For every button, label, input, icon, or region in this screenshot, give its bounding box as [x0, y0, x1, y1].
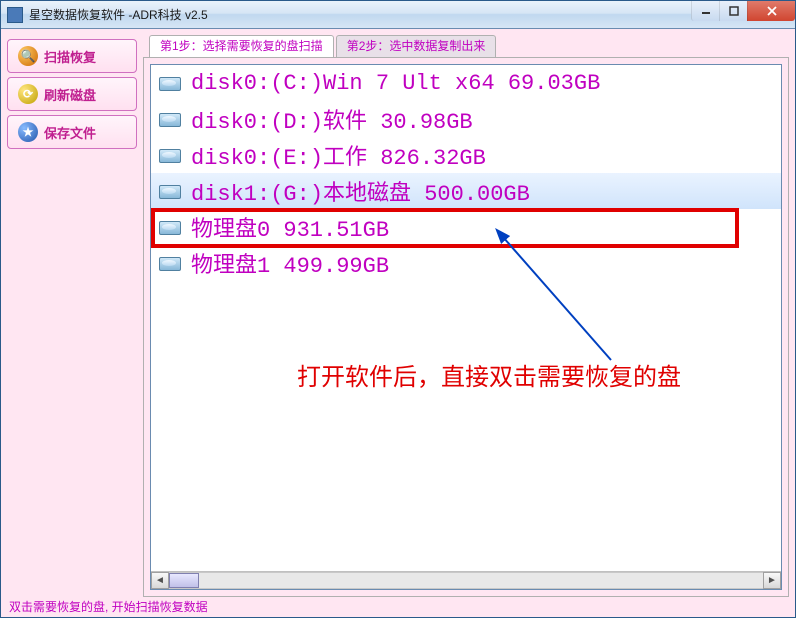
- scroll-track[interactable]: [169, 572, 763, 589]
- refresh-icon: ⟳: [18, 84, 38, 104]
- disk-icon: [157, 73, 181, 93]
- disk-row-text: disk0:(E:)工作 826.32GB: [191, 139, 486, 171]
- window-titlebar: 星空数据恢复软件 -ADR科技 v2.5: [1, 1, 795, 29]
- close-button[interactable]: [747, 1, 795, 21]
- disk-icon: [157, 145, 181, 165]
- scroll-left-arrow[interactable]: ◄: [151, 572, 169, 589]
- magnifier-icon: 🔍: [18, 46, 38, 66]
- save-label: 保存文件: [44, 123, 96, 142]
- disk-icon: [157, 181, 181, 201]
- save-files-button[interactable]: ★ 保存文件: [7, 115, 137, 149]
- sidebar: 🔍 扫描恢复 ⟳ 刷新磁盘 ★ 保存文件: [7, 35, 137, 597]
- status-bar: 双击需要恢复的盘, 开始扫描恢复数据: [7, 597, 789, 615]
- refresh-disks-button[interactable]: ⟳ 刷新磁盘: [7, 77, 137, 111]
- scroll-right-arrow[interactable]: ►: [763, 572, 781, 589]
- disk-row[interactable]: disk0:(C:)Win 7 Ult x64 69.03GB: [151, 65, 781, 101]
- refresh-label: 刷新磁盘: [44, 85, 96, 104]
- disk-row-text: disk0:(C:)Win 7 Ult x64 69.03GB: [191, 71, 600, 96]
- disk-row-text: disk1:(G:)本地磁盘 500.00GB: [191, 175, 530, 207]
- save-icon: ★: [18, 122, 38, 142]
- scroll-thumb[interactable]: [169, 573, 199, 588]
- disk-row[interactable]: disk0:(D:)软件 30.98GB: [151, 101, 781, 137]
- scan-recover-button[interactable]: 🔍 扫描恢复: [7, 39, 137, 73]
- disk-row[interactable]: disk1:(G:)本地磁盘 500.00GB: [151, 173, 781, 209]
- status-text: 双击需要恢复的盘, 开始扫描恢复数据: [9, 598, 208, 615]
- tab-step1[interactable]: 第1步：选择需要恢复的盘扫描: [149, 35, 334, 57]
- window-title: 星空数据恢复软件 -ADR科技 v2.5: [29, 6, 208, 23]
- disk-row-text: 物理盘0 931.51GB: [191, 211, 389, 243]
- scan-label: 扫描恢复: [44, 47, 96, 66]
- disk-icon: [157, 217, 181, 237]
- tab-step2[interactable]: 第2步：选中数据复制出来: [336, 35, 497, 57]
- disk-row-text: 物理盘1 499.99GB: [191, 247, 389, 279]
- app-icon: [7, 7, 23, 23]
- minimize-button[interactable]: [691, 1, 719, 21]
- disk-row[interactable]: disk0:(E:)工作 826.32GB: [151, 137, 781, 173]
- disk-icon: [157, 109, 181, 129]
- step-tabs: 第1步：选择需要恢复的盘扫描 第2步：选中数据复制出来: [143, 35, 789, 57]
- maximize-button[interactable]: [719, 1, 747, 21]
- disk-listbox: disk0:(C:)Win 7 Ult x64 69.03GB disk0:(D:…: [150, 64, 782, 590]
- content-frame: disk0:(C:)Win 7 Ult x64 69.03GB disk0:(D:…: [143, 57, 789, 597]
- disk-row[interactable]: 物理盘0 931.51GB: [151, 209, 781, 245]
- disk-icon: [157, 253, 181, 273]
- disk-row[interactable]: 物理盘1 499.99GB: [151, 245, 781, 281]
- disk-row-text: disk0:(D:)软件 30.98GB: [191, 103, 473, 135]
- horizontal-scrollbar[interactable]: ◄ ►: [151, 571, 781, 589]
